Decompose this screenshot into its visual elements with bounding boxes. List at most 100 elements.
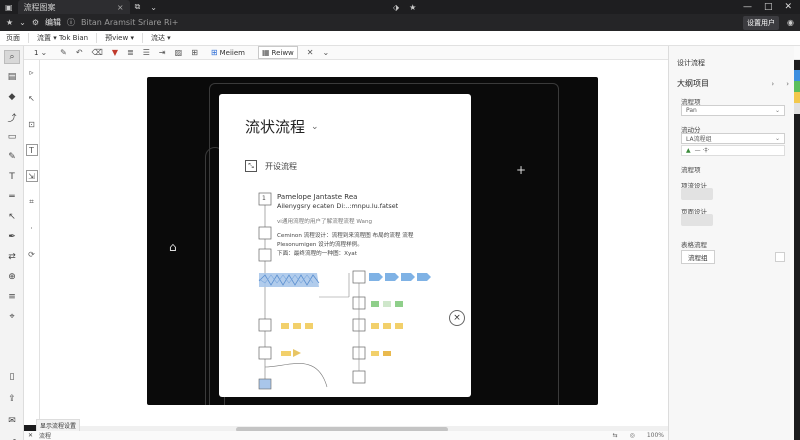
settings-icon[interactable]: ⚙	[32, 18, 39, 27]
zoom-icon[interactable]: ⊕	[4, 270, 20, 284]
file-icon[interactable]: ▤	[4, 70, 20, 84]
text-box-icon[interactable]: T	[25, 144, 38, 156]
resize-icon[interactable]: ⇲	[25, 170, 38, 182]
chevron-right-icon[interactable]: ›	[786, 80, 789, 88]
favorite-icon[interactable]: ★	[404, 3, 421, 12]
field-2-extra-value: — ·‡·	[694, 147, 710, 154]
chevron-down-icon[interactable]: ⌄	[323, 48, 330, 57]
move-icon[interactable]: ↖	[26, 92, 38, 104]
menu-item-preview[interactable]: 预view ▾	[105, 33, 134, 43]
search-icon[interactable]: ⌕	[4, 50, 20, 64]
lock-icon[interactable]: ⊡	[26, 118, 38, 130]
field-2-value: LA流程组	[686, 136, 712, 143]
connector-icon[interactable]: ⤴	[4, 110, 20, 124]
right-panel: 设计流程 大纲项目 › › 流程项 Pan ⌄ 流动分 LA流程组 ⌄ ▲ — …	[668, 46, 794, 440]
shapes-icon[interactable]: ◆	[4, 90, 20, 104]
tab-label: 流程图案	[23, 2, 56, 12]
undo-icon[interactable]: ↶	[76, 48, 83, 57]
maximize-button[interactable]: □	[764, 2, 773, 12]
list-icon[interactable]: ☰	[143, 48, 150, 57]
section-controls: › ›	[771, 80, 789, 88]
card-subheader: ⤡ 开设流程	[245, 160, 297, 172]
color-swatch[interactable]	[775, 251, 785, 262]
flow-card: 流状流程 ⌄ ⤡ 开设流程 1 Pamelope Jantaste Rea Ai…	[219, 94, 471, 397]
chevron-down-icon[interactable]: ⌄	[19, 18, 26, 27]
close-icon[interactable]: ✕	[307, 48, 314, 57]
select-icon[interactable]: ▹	[26, 66, 38, 78]
brush-icon[interactable]: ✎	[4, 150, 20, 164]
eraser-icon[interactable]: ⌫	[92, 48, 103, 57]
field-1-select[interactable]: Pan ⌄	[681, 105, 785, 116]
rotate-icon[interactable]: ⟳	[26, 248, 38, 260]
fill-icon[interactable]: ▼	[112, 48, 118, 57]
frame-icon[interactable]: ▭	[4, 130, 20, 144]
size-dropdown[interactable]: 1 ⌄	[30, 46, 51, 59]
app-menu-icon[interactable]: ▣	[0, 3, 18, 12]
table-button[interactable]: ⊞ Meiiem	[207, 46, 249, 59]
line-icon[interactable]: ═	[4, 190, 20, 204]
address-field[interactable]: Bitan Aramsit Sriare Ri+	[81, 18, 178, 27]
review-button[interactable]: ▦ Reiww	[257, 46, 298, 59]
status-left: 流程	[39, 433, 52, 440]
app-window: ▣ 流程图案 × ⧉ ⌄ ⬗ ★ — □ ✕ ★ ⌄ ⚙ 编辑 ⓘ Bitan …	[0, 0, 800, 440]
field-6-row: 流程组	[681, 249, 785, 264]
chevron-right-icon[interactable]: ›	[771, 80, 774, 88]
indent-icon[interactable]: ⇥	[159, 48, 166, 57]
close-button[interactable]: ×	[449, 310, 465, 326]
pointer-icon[interactable]: ↖	[4, 210, 20, 224]
color-swatch-yellow	[794, 92, 800, 103]
upload-icon[interactable]: ⇪	[4, 392, 20, 406]
user-icon[interactable]: ◉	[787, 18, 794, 27]
share-icon[interactable]: ⬗	[388, 3, 404, 12]
new-tab-icon[interactable]: ⧉	[130, 2, 146, 12]
field-5-value[interactable]	[681, 214, 713, 226]
dot-icon[interactable]: ·	[26, 222, 38, 234]
field-6-chip[interactable]: 流程组	[681, 249, 715, 264]
pen-icon[interactable]: ✒	[4, 230, 20, 244]
tab-close-icon[interactable]: ×	[117, 3, 124, 12]
left-tool-column: ⌕ ▤ ◆ ⤴ ▭ ✎ T ═ ↖ ✒ ⇄ ⊕ ≡ ⌖	[0, 50, 24, 324]
pencil-icon[interactable]: ✎	[60, 48, 67, 57]
flow-subheading: Ailenygsry ecaten Di:..:mnpu.lu.fatset	[277, 202, 399, 210]
star-icon[interactable]: ★	[6, 18, 13, 27]
minimize-button[interactable]: —	[743, 2, 752, 12]
field-2-select[interactable]: LA流程组 ⌄	[681, 133, 785, 144]
text-icon[interactable]: T	[4, 170, 20, 184]
node-label: 1	[262, 195, 266, 202]
tab-current[interactable]: 流程图案 ×	[17, 0, 130, 14]
chevron-down-icon[interactable]: ⌄	[311, 122, 319, 132]
tab-dropdown-icon[interactable]: ⌄	[145, 3, 162, 12]
tag-icon[interactable]: ⌖	[4, 310, 20, 324]
align-icon[interactable]: ≣	[127, 48, 134, 57]
crop-icon[interactable]: ⌗	[26, 196, 38, 208]
menu-item-flow[interactable]: 流达 ▾	[151, 33, 171, 43]
field-4-value[interactable]	[681, 188, 713, 200]
page-icon[interactable]: ▯	[4, 370, 20, 384]
field-6-label: 表格流程	[681, 241, 707, 249]
canvas[interactable]: ⌂ + ⌃ 流状流程 ⌄ ⤡ 开设流程 1 Pamelope Jantaste …	[40, 60, 668, 426]
image-icon[interactable]: ▨	[175, 48, 183, 57]
menu-item-layout[interactable]: 流置 ▾ Tok Bian	[37, 33, 88, 43]
menu-item-page[interactable]: 页面	[6, 33, 20, 43]
review-icon: ▦	[261, 48, 270, 57]
review-button-label: Reiww	[271, 48, 294, 57]
grid-icon[interactable]: ⊞	[191, 48, 198, 57]
flow-note-2b: Plesonumigen 设计的流程样例。	[277, 242, 363, 248]
expand-icon[interactable]: ⤢	[4, 436, 20, 440]
status-close-icon[interactable]: ✕	[28, 432, 33, 439]
status-bar: ✕ 流程 ⇆ ◎ 100%	[24, 431, 668, 440]
color-swatch-blue	[794, 70, 800, 81]
plus-icon: +	[516, 163, 527, 177]
card-title: 流状流程 ⌄	[245, 116, 319, 137]
link-icon[interactable]: ⇄	[4, 250, 20, 264]
field-2-extra[interactable]: ▲ — ·‡·	[681, 145, 785, 156]
zoom-level[interactable]: 100%	[647, 432, 664, 439]
table-icon: ⊞	[210, 48, 218, 57]
swap-icon[interactable]: ⇆	[613, 432, 618, 439]
user-settings-badge[interactable]: 设置用户	[743, 15, 780, 30]
comment-icon[interactable]: ✉	[4, 414, 20, 428]
target-icon[interactable]: ◎	[630, 432, 635, 439]
layers-icon[interactable]: ≡	[4, 290, 20, 304]
close-window-button[interactable]: ✕	[784, 2, 792, 12]
address-right: 设置用户 ◉	[743, 15, 794, 30]
